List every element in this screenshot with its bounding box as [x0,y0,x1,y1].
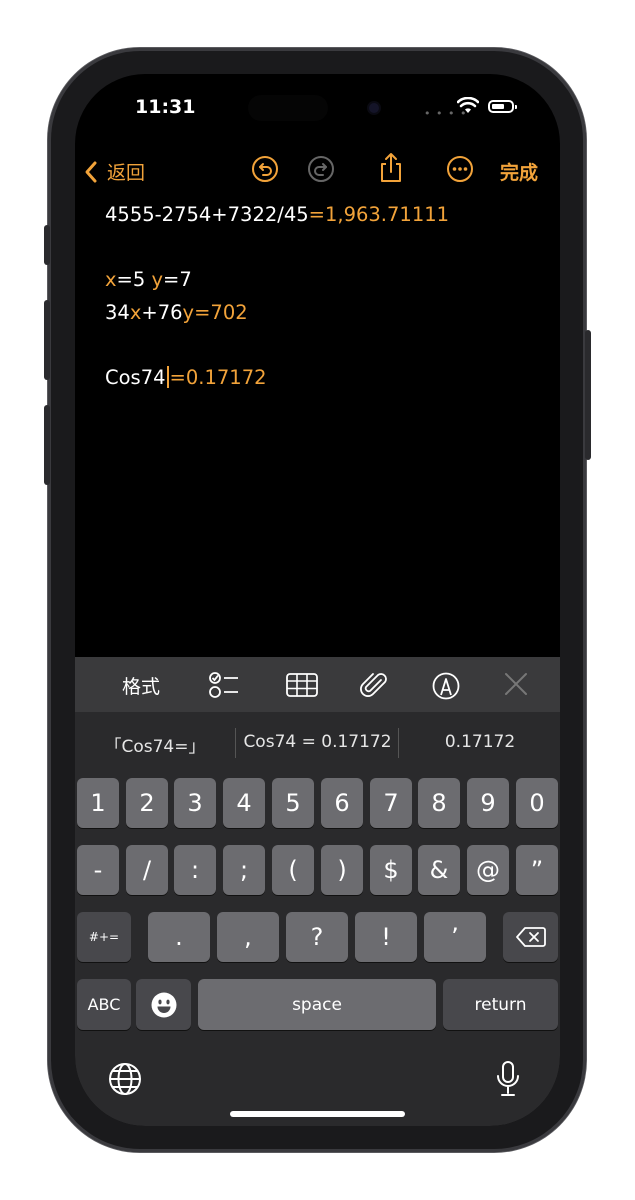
key-question[interactable]: ? [286,912,348,962]
note-blank-line [105,329,449,362]
note-line-3: 34x+76y=702 [105,300,248,324]
wifi-icon [457,97,479,113]
checklist-icon[interactable] [208,671,240,699]
note-blank-line [105,232,449,265]
key-4[interactable]: 4 [223,778,265,828]
table-icon[interactable] [285,671,319,699]
key-5[interactable]: 5 [272,778,314,828]
key-colon[interactable]: : [174,845,216,895]
suggestion-item[interactable]: Cos74 = 0.17172 [240,732,395,752]
suggestion-item[interactable]: 0.17172 [415,732,545,752]
power-button [585,330,591,460]
key-dollar[interactable]: $ [370,845,412,895]
space-key[interactable]: space [198,979,436,1030]
format-button[interactable]: 格式 [122,672,160,699]
globe-icon[interactable] [108,1062,142,1096]
markup-icon[interactable] [431,671,461,701]
key-9[interactable]: 9 [467,778,509,828]
close-icon[interactable] [503,671,529,697]
key-comma[interactable]: , [217,912,279,962]
keyboard: 格式 「Cos74=」 Cos74 = 0.17172 0.17172 1 2 … [75,657,560,1126]
back-button[interactable]: 返回 [83,158,145,185]
symbols-toggle-key[interactable]: #+= [77,912,131,962]
action-button [44,225,50,265]
key-hyphen[interactable]: - [77,845,119,895]
redo-icon[interactable] [306,154,336,184]
calc-result: 0.17172 [185,365,267,389]
key-slash[interactable]: / [126,845,168,895]
home-indicator [230,1111,405,1117]
delete-key[interactable] [503,912,558,962]
key-1[interactable]: 1 [77,778,119,828]
key-close-paren[interactable]: ) [321,845,363,895]
key-6[interactable]: 6 [321,778,363,828]
nav-bar: 返回 完成 [75,152,560,194]
back-label: 返回 [107,162,146,184]
suggestion-bar: 「Cos74=」 Cos74 = 0.17172 0.17172 [75,712,560,775]
divider [398,728,399,758]
delete-icon [515,927,546,947]
suggestion-item[interactable]: 「Cos74=」 [95,732,215,757]
key-at[interactable]: @ [467,845,509,895]
divider [235,728,236,758]
volume-down-button [44,405,50,485]
key-3[interactable]: 3 [174,778,216,828]
chevron-left-icon [85,161,97,182]
key-8[interactable]: 8 [418,778,460,828]
volume-up-button [44,300,50,380]
abc-key[interactable]: ABC [77,979,131,1030]
note-line-1: 4555-2754+7322/45=1,963.71111 [105,203,450,226]
note-body[interactable]: 4555-2754+7322/45=1,963.71111 x=5 y=7 34… [105,199,449,394]
emoji-icon [151,992,176,1017]
share-icon[interactable] [378,152,404,184]
key-period[interactable]: . [148,912,210,962]
key-apostrophe[interactable]: ’ [424,912,486,962]
text-cursor [166,365,169,388]
calc-result: 702 [210,300,248,324]
microphone-icon[interactable] [495,1060,521,1098]
note-line-2: x=5 y=7 [105,268,192,291]
more-icon[interactable] [445,154,475,184]
key-ampersand[interactable]: & [418,845,460,895]
return-key[interactable]: return [443,979,558,1030]
attachment-icon[interactable] [359,671,389,701]
status-time: 11:31 [135,96,196,118]
battery-icon [488,100,517,113]
emoji-key[interactable] [136,979,191,1030]
key-7[interactable]: 7 [370,778,412,828]
key-exclamation[interactable]: ! [355,912,417,962]
key-2[interactable]: 2 [126,778,168,828]
undo-icon[interactable] [250,154,280,184]
key-open-paren[interactable]: ( [272,845,314,895]
key-0[interactable]: 0 [516,778,558,828]
calc-result: 1,963.71111 [324,203,450,226]
note-line-4: Cos74 =0.17172 [105,365,267,389]
key-semicolon[interactable]: ; [223,845,265,895]
status-bar: 11:31 • • • • [75,94,560,124]
key-quote[interactable]: ” [516,845,558,895]
format-toolbar: 格式 [75,657,560,712]
screen: 11:31 • • • • 返回 完成 4555-2754+7322/45=1,… [75,74,560,1126]
done-button[interactable]: 完成 [500,158,538,185]
